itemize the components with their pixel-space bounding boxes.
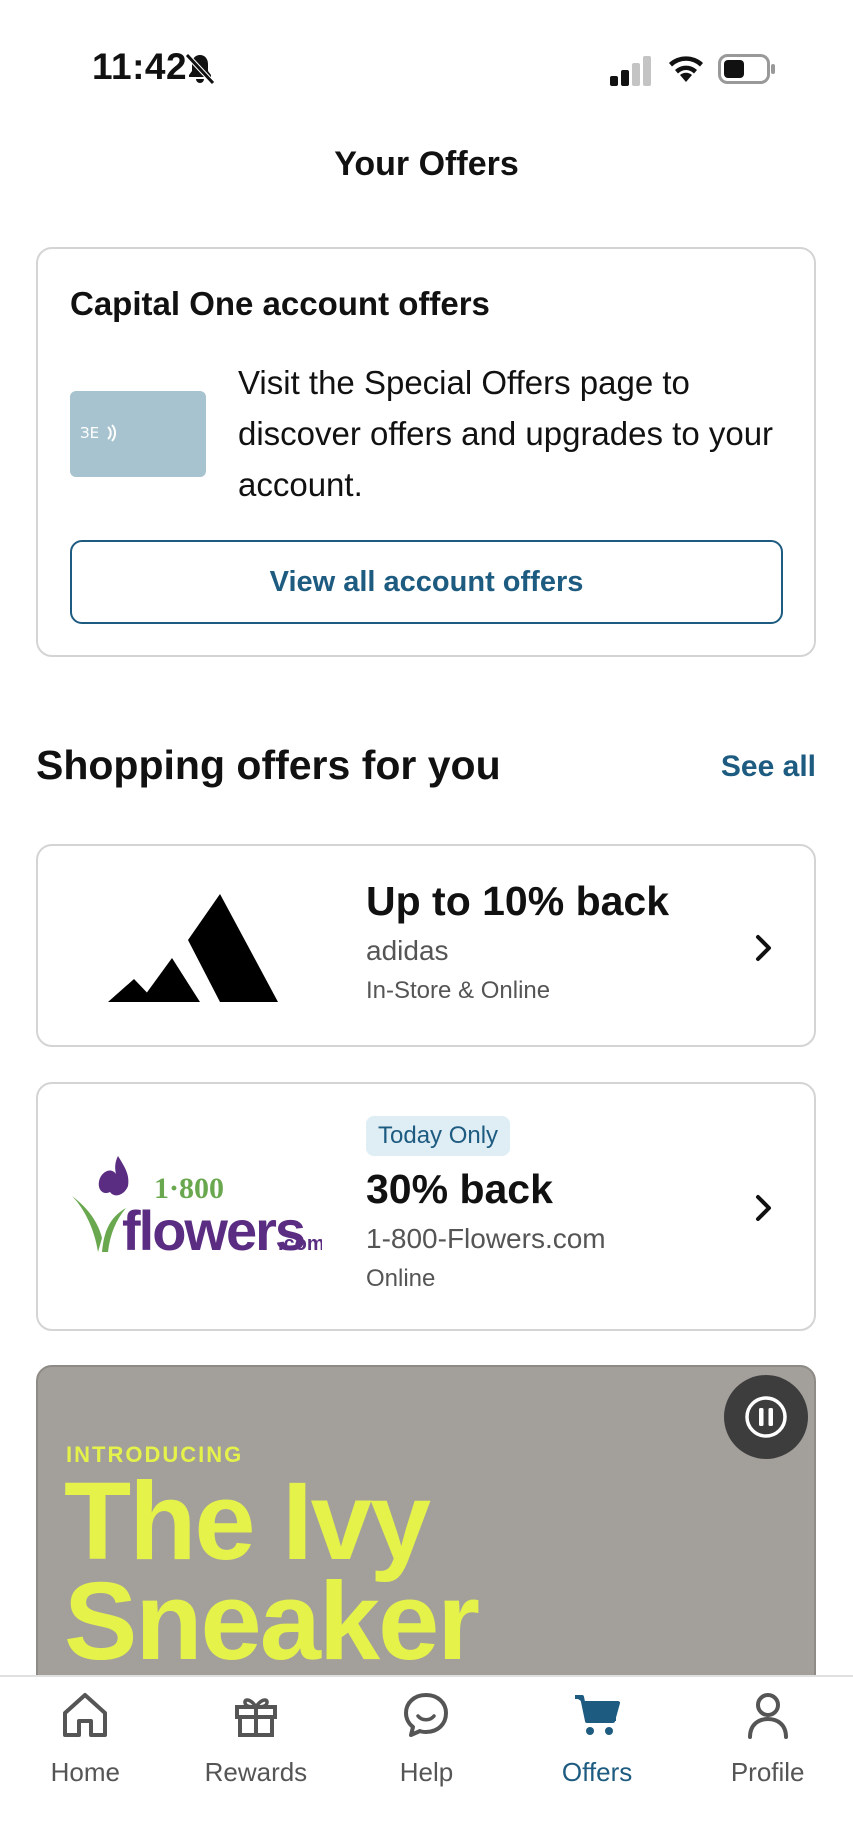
cellular-signal-icon (610, 56, 651, 86)
promo-banner[interactable]: INTRODUCING The Ivy Sneaker (36, 1365, 816, 1685)
chevron-right-icon (756, 935, 771, 961)
1800flowers-logo: 1·800 flowers .com (72, 1156, 322, 1260)
tab-label: Profile (730, 1757, 805, 1787)
tab-offers[interactable]: Offers (512, 1677, 683, 1844)
today-only-badge: Today Only (366, 1116, 511, 1156)
tab-help[interactable]: Help (341, 1677, 512, 1844)
chat-bubble-icon (404, 1693, 449, 1737)
promo-title-line1: The Ivy (64, 1460, 431, 1583)
tab-rewards[interactable]: Rewards (171, 1677, 342, 1844)
tab-home[interactable]: Home (0, 1677, 171, 1844)
account-offers-description: Visit the Special Offers page to discove… (238, 364, 774, 503)
gift-icon (234, 1698, 277, 1737)
offer-card-adidas[interactable]: Up to 10% back adidas In-Store & Online (36, 844, 816, 1047)
page-title: Your Offers (334, 145, 519, 183)
tab-profile[interactable]: Profile (682, 1677, 853, 1844)
person-icon (747, 1693, 788, 1739)
adidas-logo (108, 894, 278, 1002)
offer-channel: In-Store & Online (366, 977, 551, 1004)
account-offers-title: Capital One account offers (70, 285, 490, 322)
view-all-account-offers-button[interactable]: View all account offers (70, 540, 783, 624)
cart-icon (575, 1695, 621, 1735)
tab-label: Rewards (204, 1757, 308, 1787)
status-time: 11:42 (92, 46, 188, 87)
tab-label: Home (50, 1757, 120, 1787)
promo-title: The Ivy Sneaker (64, 1460, 480, 1683)
offer-headline: 30% back (366, 1166, 553, 1212)
offer-text: Up to 10% back adidas In-Store & Online (366, 878, 669, 1005)
offer-merchant: 1-800-Flowers.com (366, 1223, 606, 1254)
shopping-offers-title: Shopping offers for you (36, 742, 501, 788)
bell-slash-icon (185, 53, 215, 85)
chevron-right-icon (756, 1195, 771, 1221)
offer-merchant: adidas (366, 935, 449, 966)
battery-icon (718, 54, 775, 84)
status-bar: 11:42 (0, 0, 853, 130)
svg-text:flowers: flowers (122, 1199, 304, 1260)
see-all-link[interactable]: See all (721, 750, 816, 784)
offer-text: Today Only 30% back 1-800-Flowers.com On… (366, 1116, 606, 1293)
home-icon (63, 1693, 108, 1737)
tab-bar: Home Rewards Help Offers Profile (0, 1675, 853, 1844)
pause-button[interactable] (724, 1375, 808, 1459)
offer-channel: Online (366, 1265, 436, 1292)
account-offers-card: Capital One account offers ЗЕ Visit the … (36, 247, 816, 657)
offer-headline: Up to 10% back (366, 878, 670, 924)
tab-label: Help (399, 1757, 454, 1787)
svg-text:.com: .com (278, 1233, 322, 1255)
promo-title-line2: Sneaker (64, 1560, 480, 1683)
offer-card-1800flowers[interactable]: 1·800 flowers .com Today Only 30% back 1… (36, 1082, 816, 1331)
svg-text:ЗЕ: ЗЕ (80, 424, 99, 442)
tab-label: Offers (561, 1757, 633, 1787)
pause-icon (745, 1396, 787, 1438)
wifi-icon (669, 56, 703, 82)
credit-card-icon: ЗЕ (70, 391, 206, 477)
